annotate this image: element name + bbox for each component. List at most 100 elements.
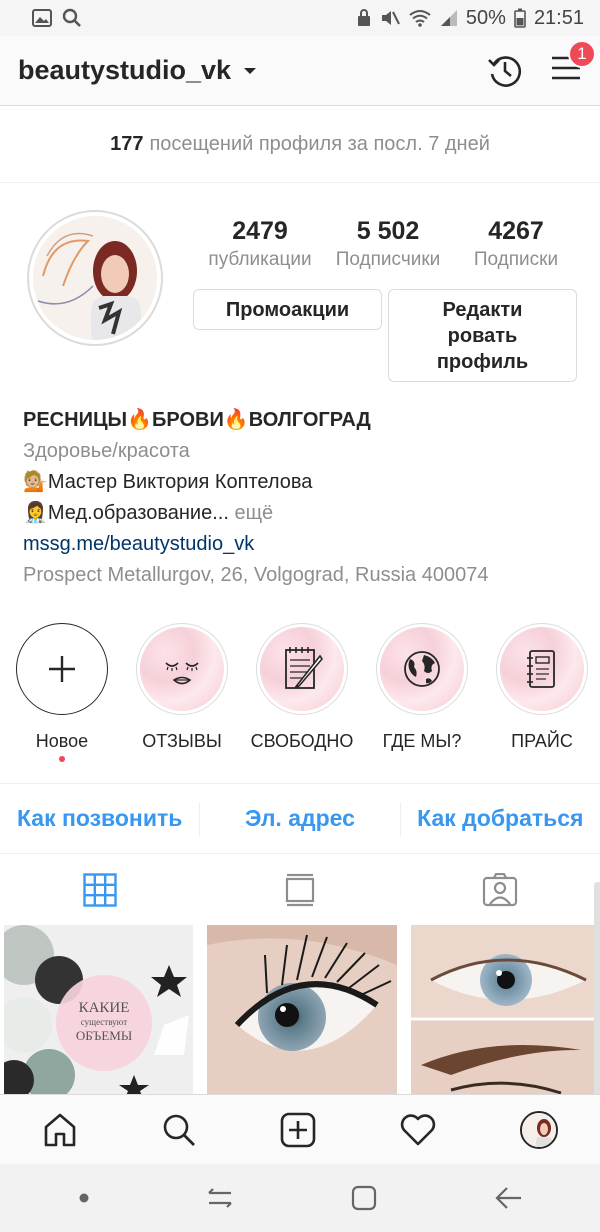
highlight-reviews[interactable]: ОТЗЫВЫ	[122, 623, 242, 752]
call-button[interactable]: Как позвонить	[0, 805, 199, 832]
back-icon[interactable]	[493, 1185, 523, 1211]
highlight-new[interactable]: Новое	[2, 623, 122, 762]
clock: 21:51	[533, 6, 584, 29]
contact-bar: Как позвонить Эл. адрес Как добраться	[0, 783, 600, 854]
stat-posts-label: публикации	[208, 249, 312, 270]
lock-icon	[357, 9, 370, 26]
tab-feed[interactable]	[200, 855, 400, 925]
post-overlay-line: КАКИЕ	[78, 1000, 130, 1016]
wifi-icon	[409, 10, 431, 27]
avatar-image	[33, 216, 157, 340]
heart-icon[interactable]	[399, 1113, 437, 1147]
grid-icon	[83, 873, 117, 907]
bio-name: РЕСНИЦЫ🔥БРОВИ🔥ВОЛГОГРАД	[23, 409, 371, 431]
menu-button[interactable]: 1	[550, 40, 596, 87]
stat-following[interactable]: 4267 Подписки	[452, 215, 580, 271]
stat-followers-value: 5 502	[356, 217, 420, 245]
home-icon[interactable]	[42, 1112, 78, 1148]
visits-text: посещений профиля за посл. 7 дней	[149, 132, 490, 155]
highlight-price[interactable]: ПРАЙС	[482, 623, 600, 752]
highlight-label: ПРАЙС	[511, 731, 573, 751]
stat-posts[interactable]: 2479 публикации	[196, 215, 324, 271]
feed-icon	[285, 873, 315, 907]
search-icon	[62, 8, 81, 27]
bio-website-link[interactable]: mssg.me/beautystudio_vk	[23, 529, 583, 560]
profile-stats: 2479 публикации 5 502 Подписчики 4267 По…	[196, 215, 580, 271]
profile-bio: РЕСНИЦЫ🔥БРОВИ🔥ВОЛГОГРАД Здоровье/красота…	[23, 405, 583, 591]
post-thumbnail[interactable]: КАКИЕ существуют ОБЪЕМЫ	[4, 925, 194, 1095]
dot-icon[interactable]	[78, 1192, 90, 1204]
post-thumbnail[interactable]	[410, 925, 600, 1095]
image-icon	[32, 9, 52, 27]
highlight-cover	[500, 627, 584, 711]
bio-line-education-text: 👩‍⚕️Мед.образование...	[23, 502, 229, 524]
tagged-person-icon	[482, 873, 518, 907]
highlight-free[interactable]: СВОБОДНО	[242, 623, 362, 752]
battery-percent: 50%	[465, 6, 506, 29]
avatar-thumbnail	[522, 1112, 557, 1147]
tab-grid[interactable]	[0, 855, 200, 925]
bio-more-link[interactable]: ещё	[234, 502, 273, 524]
status-bar: 50% 21:51	[0, 0, 600, 36]
promotions-button[interactable]: Промоакции	[193, 289, 382, 330]
highlight-label: ГДЕ МЫ?	[382, 731, 462, 751]
stat-following-value: 4267	[488, 217, 544, 245]
highlight-cover	[260, 627, 344, 711]
bottom-navigation	[0, 1094, 600, 1164]
stat-following-label: Подписки	[473, 249, 559, 270]
profile-header: beautystudio_vk 1	[0, 36, 600, 106]
plus-icon	[49, 656, 75, 682]
profile-username: beautystudio_vk	[18, 55, 232, 85]
profile-tabs	[0, 855, 600, 925]
tab-tagged[interactable]	[400, 855, 600, 925]
recent-apps-icon[interactable]	[205, 1185, 235, 1211]
mute-icon	[381, 11, 400, 25]
highlight-circle	[256, 623, 348, 715]
highlight-circle	[496, 623, 588, 715]
notepad-icon	[285, 647, 324, 689]
highlight-cover	[140, 627, 224, 711]
bio-category: Здоровье/красота	[23, 440, 190, 462]
post-overlay-line: существуют	[80, 1017, 128, 1027]
profile-tab-avatar[interactable]	[520, 1110, 559, 1149]
edit-profile-button[interactable]: Редакти ровать профиль	[388, 289, 577, 382]
highlight-location[interactable]: ГДЕ МЫ?	[362, 623, 482, 752]
highlight-label: СВОБОДНО	[250, 731, 354, 751]
highlight-new-circle	[16, 623, 108, 715]
home-button-icon[interactable]	[350, 1184, 378, 1212]
add-post-icon[interactable]	[280, 1112, 316, 1148]
visits-count: 177	[110, 132, 144, 155]
highlight-circle	[376, 623, 468, 715]
highlight-label: Новое	[35, 731, 89, 751]
directions-button[interactable]: Как добраться	[401, 805, 600, 832]
avatar[interactable]	[27, 210, 163, 346]
post-overlay-text: КАКИЕ существуют ОБЪЕМЫ	[56, 1001, 152, 1043]
bio-address[interactable]: Prospect Metallurgov, 26, Volgograd, Rus…	[23, 560, 583, 591]
notification-badge: 1	[568, 40, 596, 68]
post-grid: КАКИЕ существуют ОБЪЕМЫ	[0, 925, 600, 1095]
bio-line-education: 👩‍⚕️Мед.образование... ещё	[23, 498, 583, 529]
signal-icon	[440, 10, 457, 26]
highlight-cover	[380, 627, 464, 711]
post-overlay-line: ОБЪЕМЫ	[75, 1028, 133, 1043]
bio-line-master: 💁🏼Мастер Виктория Коптелова	[23, 471, 313, 493]
notebook-icon	[527, 650, 555, 688]
stat-followers-label: Подписчики	[335, 249, 441, 270]
search-icon[interactable]	[161, 1112, 197, 1148]
stat-followers[interactable]: 5 502 Подписчики	[324, 215, 452, 271]
profile-visits-banner[interactable]: 177 посещений профиля за посл. 7 дней	[0, 106, 600, 183]
stat-posts-value: 2479	[232, 217, 288, 245]
face-icon	[165, 662, 199, 685]
email-button[interactable]: Эл. адрес	[200, 805, 399, 832]
globe-icon	[404, 651, 440, 687]
highlight-label: ОТЗЫВЫ	[142, 731, 222, 751]
post-thumbnail[interactable]	[207, 925, 397, 1095]
battery-icon	[514, 8, 526, 28]
caret-down-icon	[244, 67, 257, 74]
account-switcher[interactable]: beautystudio_vk	[18, 55, 257, 86]
history-icon[interactable]	[486, 52, 524, 90]
story-highlights: Новое ОТЗЫВЫ СВОБОДНО ГДЕ МЫ? ПРАЙС	[0, 623, 600, 762]
highlight-circle	[136, 623, 228, 715]
new-indicator-dot	[59, 756, 65, 762]
system-navigation-bar	[0, 1164, 600, 1232]
